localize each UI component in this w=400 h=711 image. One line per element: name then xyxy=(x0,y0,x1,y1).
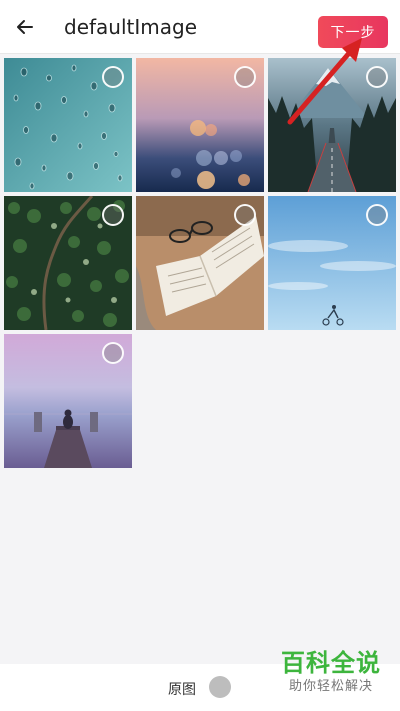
page-title: defaultImage xyxy=(64,15,198,39)
back-button[interactable] xyxy=(10,12,40,42)
select-checkbox[interactable] xyxy=(234,204,256,226)
original-image-label: 原图 xyxy=(168,682,196,698)
select-checkbox[interactable] xyxy=(234,66,256,88)
photo-item[interactable] xyxy=(268,196,396,330)
watermark-subtitle: 助你轻松解决 xyxy=(288,679,373,694)
photo-item[interactable] xyxy=(4,334,132,468)
top-app-bar: defaultImage 下一步 xyxy=(0,0,400,54)
watermark-title: 百科全说 xyxy=(281,649,381,677)
select-checkbox[interactable] xyxy=(366,66,388,88)
original-image-toggle[interactable] xyxy=(209,676,231,698)
select-checkbox[interactable] xyxy=(102,66,124,88)
photo-grid xyxy=(4,58,396,468)
select-checkbox[interactable] xyxy=(102,204,124,226)
select-checkbox[interactable] xyxy=(366,204,388,226)
photo-item[interactable] xyxy=(4,58,132,192)
select-checkbox[interactable] xyxy=(102,342,124,364)
arrow-left-icon xyxy=(17,20,33,34)
next-step-button[interactable]: 下一步 xyxy=(318,16,388,48)
photo-item[interactable] xyxy=(136,58,264,192)
watermark: 百科全说 助你轻松解决 xyxy=(270,648,392,708)
photo-item[interactable] xyxy=(4,196,132,330)
photo-item[interactable] xyxy=(136,196,264,330)
photo-item[interactable] xyxy=(268,58,396,192)
